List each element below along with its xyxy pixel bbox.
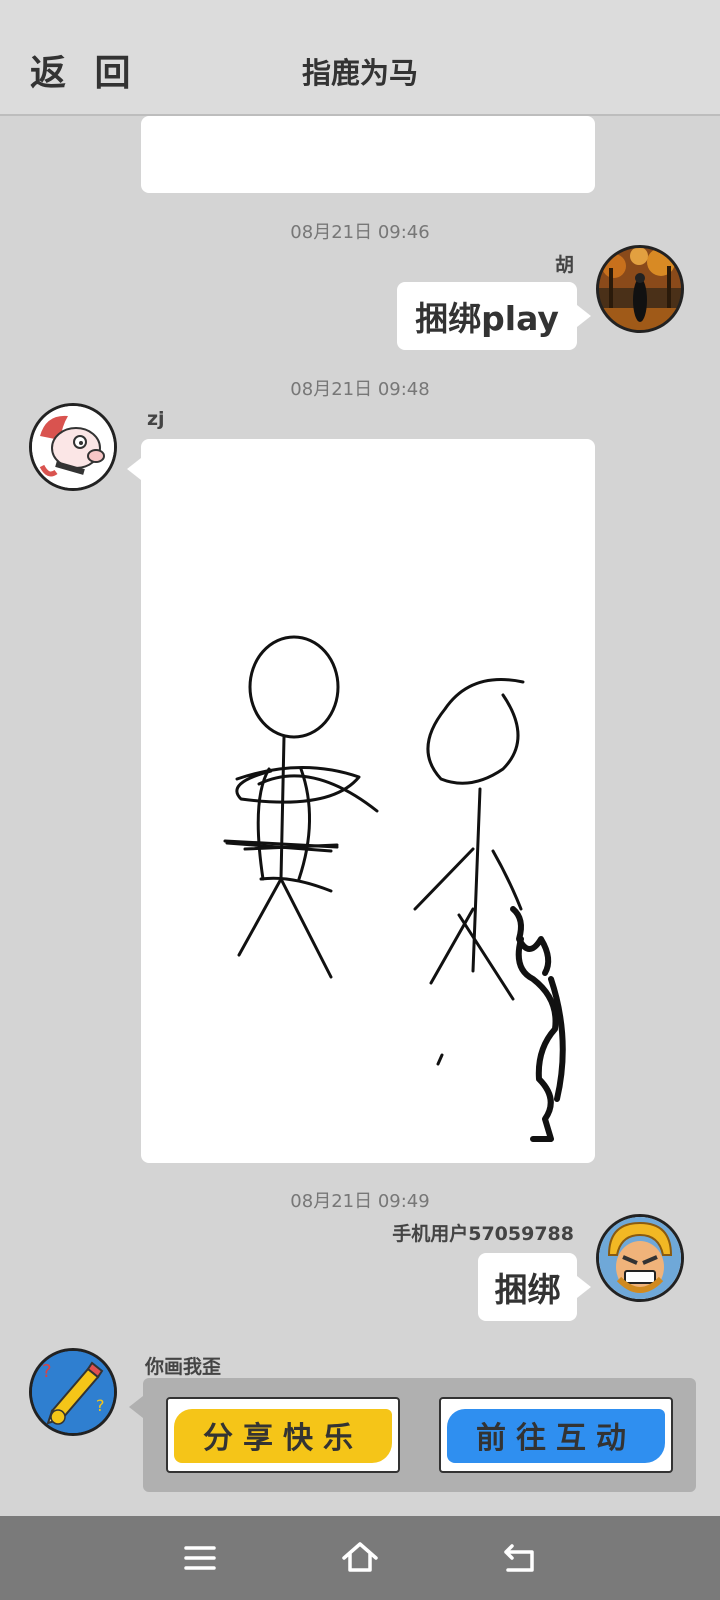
svg-text:?: ? bbox=[42, 1361, 52, 1382]
barbarian-avatar-icon bbox=[599, 1217, 681, 1299]
page-title: 指鹿为马 bbox=[301, 56, 418, 90]
back-icon[interactable] bbox=[498, 1538, 542, 1578]
user-avatar[interactable] bbox=[29, 403, 117, 491]
bubble-tail bbox=[577, 305, 591, 327]
bubble-tail bbox=[127, 458, 141, 480]
home-icon[interactable] bbox=[338, 1538, 382, 1578]
message-bubble[interactable]: 捆绑play bbox=[397, 282, 577, 350]
cartoon-horse-avatar-icon bbox=[32, 406, 114, 488]
user-avatar[interactable] bbox=[596, 1214, 684, 1302]
share-label: 分享快乐 bbox=[203, 1421, 363, 1456]
top-bar: 返 回 指鹿为马 bbox=[0, 0, 720, 116]
sender-name: 手机用户57059788 bbox=[392, 1223, 574, 1245]
timestamp: 08月21日 09:48 bbox=[290, 379, 430, 400]
sender-name: 胡 bbox=[554, 254, 574, 276]
message-text: 捆绑 bbox=[494, 1270, 561, 1309]
user-avatar[interactable] bbox=[596, 245, 684, 333]
game-invite-card: 分享快乐 前往互动 bbox=[143, 1378, 696, 1492]
interact-button[interactable]: 前往互动 bbox=[439, 1397, 673, 1473]
bubble-tail bbox=[577, 1276, 591, 1298]
timestamp: 08月21日 09:49 bbox=[290, 1191, 430, 1212]
forest-avatar-icon bbox=[599, 248, 681, 330]
message-text: 捆绑play bbox=[415, 299, 559, 338]
share-button[interactable]: 分享快乐 bbox=[166, 1397, 400, 1473]
system-nav-bar bbox=[0, 1516, 720, 1600]
drawing-message-card[interactable] bbox=[141, 439, 595, 1163]
previous-drawing-card[interactable] bbox=[141, 116, 595, 193]
stick-figure-drawing bbox=[223, 635, 566, 1142]
game-avatar[interactable]: ? ? bbox=[29, 1348, 117, 1436]
svg-text:?: ? bbox=[96, 1396, 105, 1415]
interact-label: 前往互动 bbox=[476, 1421, 636, 1456]
menu-icon[interactable] bbox=[178, 1538, 222, 1578]
sender-name: zj bbox=[147, 408, 165, 430]
pencil-game-icon: ? ? bbox=[32, 1351, 114, 1433]
message-bubble[interactable]: 捆绑 bbox=[478, 1253, 577, 1321]
bubble-tail bbox=[129, 1396, 143, 1418]
timestamp: 08月21日 09:46 bbox=[290, 222, 430, 243]
sender-name: 你画我歪 bbox=[145, 1356, 222, 1378]
